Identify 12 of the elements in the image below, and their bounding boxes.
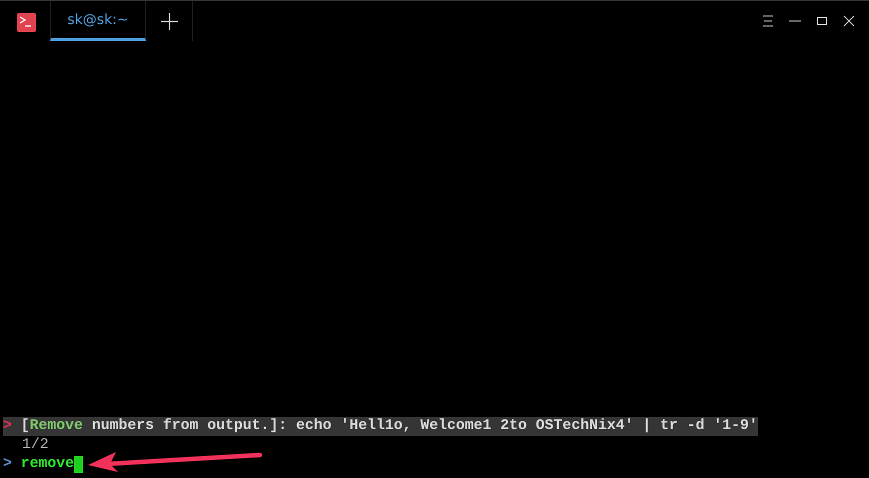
menu-icon[interactable]: [761, 14, 775, 28]
match-counter: 1/2: [21, 436, 49, 455]
selected-line-highlight[interactable]: > [Remove numbers from output.]: echo 'Hell1o, Welcome1 2to OSTechNix4' | tr -d '1-9': [3, 417, 758, 436]
maximize-icon[interactable]: [815, 14, 829, 28]
new-tab-icon[interactable]: [160, 12, 178, 30]
close-icon[interactable]: [842, 14, 856, 28]
prompt-marker: >: [3, 417, 13, 436]
prompt-marker: >: [3, 455, 13, 474]
terminal-icon[interactable]: [17, 13, 36, 32]
command-suggestion: [Remove numbers from output.]: echo 'Hell1o, Welcome1 2to OSTechNix4' | tr -d '1-9': [20, 417, 758, 436]
search-input[interactable]: remove: [20, 455, 74, 474]
terminal-tab[interactable]: sk@sk:~: [50, 1, 146, 41]
